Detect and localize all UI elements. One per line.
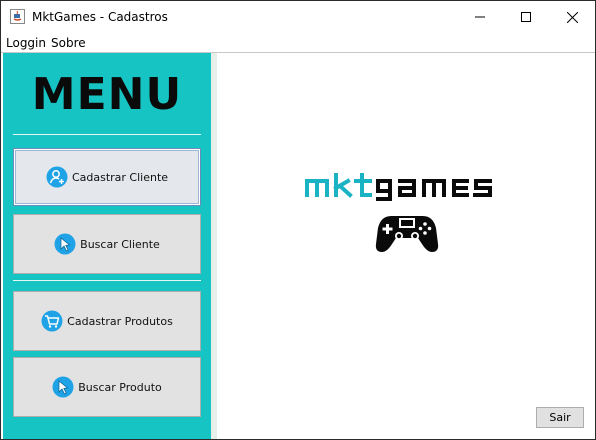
- cadastrar-cliente-button[interactable]: Cadastrar Cliente: [13, 148, 201, 206]
- mktgames-logo: [305, 173, 492, 201]
- sidebar: MENU Cadastrar Cliente Buscar Cliente Ca…: [3, 53, 211, 439]
- menu-loggin[interactable]: Loggin: [6, 36, 46, 50]
- sair-button[interactable]: Sair: [536, 407, 584, 428]
- buscar-produto-label: Buscar Produto: [78, 380, 162, 394]
- cadastrar-produtos-button[interactable]: Cadastrar Produtos: [13, 291, 201, 351]
- buscar-produto-button[interactable]: Buscar Produto: [13, 357, 201, 417]
- close-icon: [566, 11, 578, 23]
- panel-divider: [211, 53, 217, 439]
- cadastrar-produtos-label: Cadastrar Produtos: [67, 314, 173, 328]
- buscar-cliente-button[interactable]: Buscar Cliente: [13, 214, 201, 274]
- minimize-icon: [475, 16, 485, 18]
- pointer-icon: [54, 233, 76, 255]
- pointer-icon: [52, 376, 74, 398]
- close-button[interactable]: [549, 1, 595, 33]
- sidebar-title: MENU: [31, 69, 183, 120]
- cart-icon: [41, 310, 63, 332]
- java-app-icon: [10, 9, 25, 24]
- app-window: MktGames - Cadastros Loggin Sobre MENU C…: [0, 0, 596, 440]
- content-area: MENU Cadastrar Cliente Buscar Cliente Ca…: [1, 53, 595, 439]
- title-bar[interactable]: MktGames - Cadastros: [1, 1, 595, 33]
- menu-sobre[interactable]: Sobre: [51, 36, 86, 50]
- window-title: MktGames - Cadastros: [32, 10, 168, 24]
- sidebar-separator: [13, 280, 201, 281]
- maximize-button[interactable]: [503, 1, 549, 33]
- sidebar-separator: [13, 134, 201, 135]
- add-user-icon: [46, 166, 68, 188]
- minimize-button[interactable]: [457, 1, 503, 33]
- gamepad-icon: [375, 216, 439, 252]
- buscar-cliente-label: Buscar Cliente: [80, 237, 160, 251]
- menu-bar: Loggin Sobre: [1, 33, 595, 53]
- maximize-icon: [521, 12, 531, 22]
- cadastrar-cliente-label: Cadastrar Cliente: [71, 170, 169, 184]
